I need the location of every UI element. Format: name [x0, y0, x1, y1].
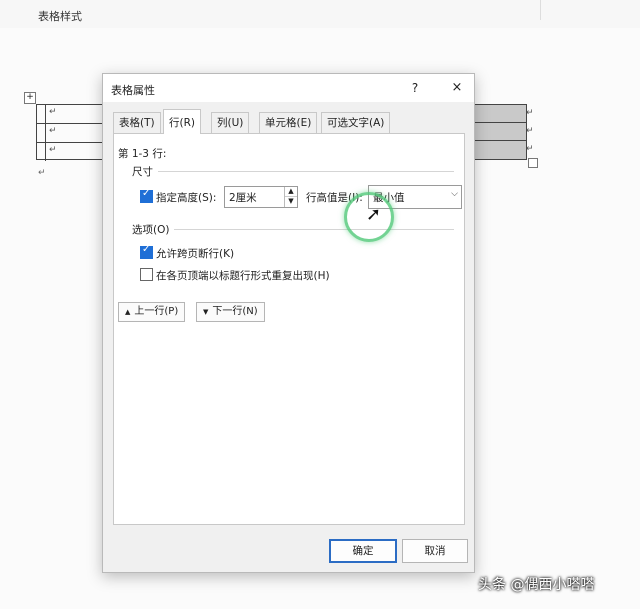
table-row: ↵	[37, 143, 109, 161]
next-row-button[interactable]: ▼ 下一行(N)	[196, 302, 265, 322]
document-table[interactable]: ↵ ↵ ↵	[36, 104, 110, 161]
ribbon-divider	[540, 0, 541, 20]
table-style-tab-label[interactable]: 表格样式	[38, 8, 82, 24]
help-icon[interactable]: ?	[406, 79, 424, 97]
table-row	[474, 105, 526, 123]
tab-alt-text[interactable]: 可选文字(A)	[321, 112, 391, 134]
ok-button[interactable]: 确定	[329, 539, 397, 563]
allow-break-across-pages-label: 允许跨页断行(K)	[156, 248, 235, 260]
spin-buttons: ▲ ▼	[284, 187, 297, 207]
table-properties-dialog: 表格属性 ? × 表格(T) 行(R) 列(U) 单元格(E) 可选文字(A) …	[102, 73, 475, 573]
table-row	[474, 123, 526, 141]
row-end-marks: ↵ ↵ ↵	[526, 104, 534, 158]
document-table-selected-cells[interactable]	[474, 104, 527, 160]
specify-height-label: 指定高度(S):	[156, 192, 217, 204]
chevron-down-icon[interactable]: ⌵	[451, 189, 458, 199]
tab-table[interactable]: 表格(T)	[113, 112, 161, 134]
specify-height-checkbox[interactable]	[140, 188, 153, 203]
mouse-pointer-icon: ➚	[366, 204, 382, 225]
options-group-title: 选项(O)	[132, 224, 170, 236]
cell-end-mark: ↵	[49, 145, 57, 155]
dialog-titlebar[interactable]: 表格属性 ? ×	[103, 74, 474, 102]
row-height-spinner[interactable]: 2厘米 ▲ ▼	[224, 186, 298, 208]
size-group-title: 尺寸	[132, 166, 153, 178]
cancel-button[interactable]: 取消	[402, 539, 468, 563]
table-row	[474, 141, 526, 158]
ribbon-bar: 表格样式	[0, 0, 640, 29]
table-move-handle-icon[interactable]: +	[24, 92, 36, 104]
chevron-up-icon[interactable]: ▲	[285, 187, 297, 197]
dialog-title: 表格属性	[111, 84, 155, 97]
row-height-input[interactable]: 2厘米	[229, 190, 257, 205]
rows-range-label: 第 1-3 行:	[118, 148, 167, 160]
size-group-divider	[158, 171, 454, 172]
table-resize-handle-icon[interactable]	[528, 158, 538, 168]
chevron-down-icon[interactable]: ▼	[285, 197, 297, 206]
row-end-mark: ↵	[526, 108, 534, 118]
cell-end-mark: ↵	[49, 107, 57, 117]
watermark-text: 头条 @偶西小嗒嗒	[478, 577, 595, 593]
tab-cell[interactable]: 单元格(E)	[259, 112, 318, 134]
tab-column[interactable]: 列(U)	[211, 112, 250, 134]
triangle-up-icon: ▲	[125, 308, 131, 316]
table-row: ↵	[37, 124, 109, 143]
cell-end-mark: ↵	[49, 126, 57, 136]
previous-row-button[interactable]: ▲ 上一行(P)	[118, 302, 186, 322]
allow-break-across-pages-checkbox[interactable]	[140, 244, 153, 259]
options-group-divider	[174, 229, 454, 230]
row-tab-panel: 第 1-3 行: 尺寸 指定高度(S): 2厘米 ▲ ▼ 行高值是(I): 最小…	[113, 133, 465, 525]
tab-row[interactable]: 行(R)	[163, 109, 201, 134]
row-end-mark: ↵	[526, 144, 534, 154]
repeat-header-row-checkbox[interactable]	[140, 268, 153, 281]
table-row: ↵	[37, 105, 109, 124]
close-icon[interactable]: ×	[448, 79, 466, 97]
triangle-down-icon: ▼	[203, 308, 209, 316]
paragraph-mark: ↵	[38, 168, 46, 178]
row-end-mark: ↵	[526, 126, 534, 136]
previous-row-label: 上一行(P)	[134, 306, 179, 317]
repeat-header-row-label: 在各页顶端以标题行形式重复出现(H)	[156, 270, 330, 282]
next-row-label: 下一行(N)	[212, 306, 258, 317]
